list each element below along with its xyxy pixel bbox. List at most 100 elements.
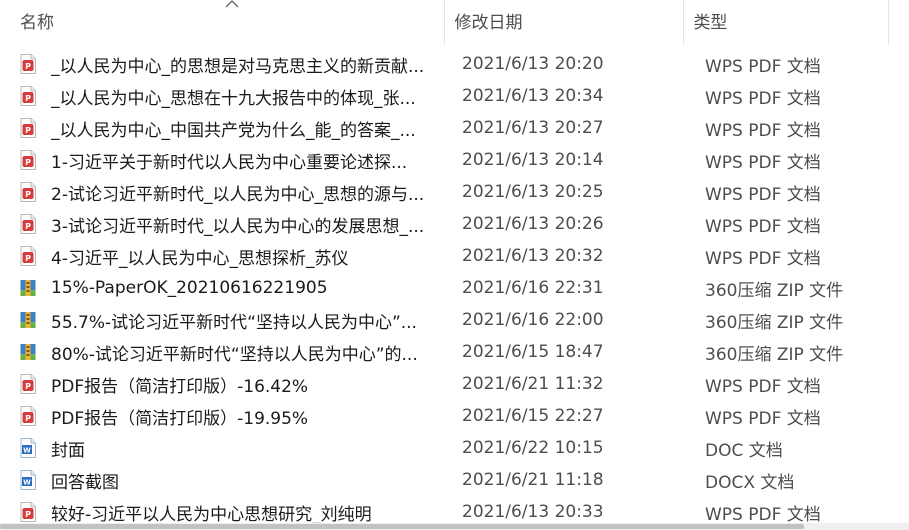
file-name-cell[interactable]: P 4-习近平_以人民为中心_思想探析_苏仪 [0, 244, 453, 269]
file-row[interactable]: P _以人民为中心_中国共产党为什么_能_的答案_... 2021/6/13 20:… [0, 112, 909, 144]
file-modified-date: 2021/6/21 11:32 [462, 374, 604, 394]
file-name: _以人民为中心_思想在十九大报告中的体现_张... [51, 88, 416, 109]
svg-text:W: W [23, 479, 31, 487]
file-row[interactable]: 55.7%-试论习近平新时代“坚持以人民为中心”... 2021/6/16 22:… [0, 304, 909, 336]
file-name-cell[interactable]: P _以人民为中心_的思想是对马克思主义的新贡献... [0, 52, 453, 77]
file-name: PDF报告（简洁打印版）-16.42% [51, 376, 309, 397]
file-row[interactable]: P _以人民为中心_的思想是对马克思主义的新贡献... 2021/6/13 20:2… [0, 48, 909, 80]
file-type: WPS PDF 文档 [705, 376, 821, 397]
file-row[interactable]: P _以人民为中心_思想在十九大报告中的体现_张... 2021/6/13 20:3… [0, 80, 909, 112]
file-row[interactable]: P 4-习近平_以人民为中心_思想探析_苏仪 2021/6/13 20:32 WPS … [0, 240, 909, 272]
file-row[interactable]: W 封面 2021/6/22 10:15 DOC 文档 [0, 432, 909, 464]
column-header-date-label: 修改日期 [454, 13, 523, 33]
file-name: PDF报告（简洁打印版）-19.95% [51, 408, 309, 429]
file-type: DOCX 文档 [705, 472, 795, 493]
pdf-file-icon: P [20, 246, 36, 266]
file-name: 3-试论习近平新时代_以人民为中心的发展思想_... [51, 216, 425, 237]
pdf-file-icon: P [20, 86, 36, 106]
file-type: WPS PDF 文档 [705, 408, 821, 429]
file-modified-date: 2021/6/21 11:18 [462, 470, 604, 490]
column-header-date[interactable]: 修改日期 [445, 0, 685, 44]
column-header-overflow[interactable] [889, 0, 909, 44]
file-row[interactable]: P 1-习近平关于新时代以人民为中心重要论述探... 2021/6/13 20:14… [0, 144, 909, 176]
svg-text:P: P [25, 94, 31, 103]
file-name-cell[interactable]: P _以人民为中心_中国共产党为什么_能_的答案_... [0, 116, 453, 141]
pdf-file-icon: P [20, 502, 36, 522]
file-row[interactable]: W 回答截图 2021/6/21 11:18 DOCX 文档 [0, 464, 909, 496]
file-name-cell[interactable]: P 较好-习近平以人民为中心思想研究_刘纯明 [0, 500, 453, 525]
pdf-file-icon: P [20, 214, 36, 234]
sort-up-icon [225, 0, 239, 8]
file-list: P _以人民为中心_的思想是对马克思主义的新贡献... 2021/6/13 20:2… [0, 48, 909, 528]
file-row[interactable]: 80%-试论习近平新时代“坚持以人民为中心”的... 2021/6/15 18:4… [0, 336, 909, 368]
file-row[interactable]: 15%-PaperOK_20210616221905 2021/6/16 22:3… [0, 272, 909, 304]
file-name-cell[interactable]: P 2-试论习近平新时代_以人民为中心_思想的源与... [0, 180, 453, 205]
pdf-file-icon: P [20, 118, 36, 138]
zip-archive-icon [20, 310, 36, 330]
file-name-cell[interactable]: 80%-试论习近平新时代“坚持以人民为中心”的... [0, 340, 453, 365]
file-row[interactable]: P 2-试论习近平新时代_以人民为中心_思想的源与... 2021/6/13 20:… [0, 176, 909, 208]
file-type: DOC 文档 [705, 440, 783, 461]
pdf-file-icon: P [20, 406, 36, 426]
file-type: 360压缩 ZIP 文件 [705, 312, 844, 333]
file-name: _以人民为中心_的思想是对马克思主义的新贡献... [51, 56, 425, 77]
file-name: 回答截图 [51, 472, 119, 493]
svg-text:P: P [25, 382, 31, 391]
file-modified-date: 2021/6/16 22:31 [462, 278, 604, 298]
file-name: 较好-习近平以人民为中心思想研究_刘纯明 [51, 504, 372, 525]
svg-text:P: P [25, 158, 31, 167]
file-type: 360压缩 ZIP 文件 [705, 344, 844, 365]
zip-archive-icon [20, 278, 36, 298]
file-type: WPS PDF 文档 [705, 248, 821, 269]
svg-text:P: P [25, 254, 31, 263]
file-modified-date: 2021/6/22 10:15 [462, 438, 604, 458]
svg-text:P: P [25, 510, 31, 519]
word-doc-icon: W [20, 438, 36, 458]
file-modified-date: 2021/6/15 18:47 [462, 342, 604, 362]
file-name-cell[interactable]: P _以人民为中心_思想在十九大报告中的体现_张... [0, 84, 453, 109]
horizontal-scrollbar[interactable] [0, 523, 909, 530]
file-name: _以人民为中心_中国共产党为什么_能_的答案_... [51, 120, 416, 141]
file-modified-date: 2021/6/15 22:27 [462, 406, 604, 426]
column-header-type-label: 类型 [693, 13, 728, 33]
file-row[interactable]: P PDF报告（简洁打印版）-16.42% 2021/6/21 11:32 WPS P… [0, 368, 909, 400]
file-name-cell[interactable]: W 回答截图 [0, 468, 453, 493]
column-header-bar: 名称 修改日期 类型 [0, 0, 909, 44]
file-name-cell[interactable]: P PDF报告（简洁打印版）-19.95% [0, 404, 453, 429]
file-name-cell[interactable]: P 3-试论习近平新时代_以人民为中心的发展思想_... [0, 212, 453, 237]
file-name-cell[interactable]: 55.7%-试论习近平新时代“坚持以人民为中心”... [0, 308, 453, 333]
file-name: 55.7%-试论习近平新时代“坚持以人民为中心”... [51, 312, 417, 333]
file-name: 2-试论习近平新时代_以人民为中心_思想的源与... [51, 184, 425, 205]
file-row[interactable]: P PDF报告（简洁打印版）-19.95% 2021/6/15 22:27 WPS P… [0, 400, 909, 432]
file-name-cell[interactable]: P 1-习近平关于新时代以人民为中心重要论述探... [0, 148, 453, 173]
file-row[interactable]: P 3-试论习近平新时代_以人民为中心的发展思想_... 2021/6/13 20:… [0, 208, 909, 240]
file-type: WPS PDF 文档 [705, 56, 821, 77]
svg-text:W: W [23, 447, 31, 455]
column-header-name[interactable]: 名称 [0, 0, 446, 44]
zip-archive-icon [20, 342, 36, 362]
file-type: WPS PDF 文档 [705, 88, 821, 109]
file-type: WPS PDF 文档 [705, 216, 821, 237]
file-name-cell[interactable]: 15%-PaperOK_20210616221905 [0, 278, 453, 298]
scrollbar-thumb[interactable] [0, 524, 804, 529]
svg-text:P: P [25, 190, 31, 199]
file-modified-date: 2021/6/13 20:26 [462, 214, 604, 234]
pdf-file-icon: P [20, 150, 36, 170]
file-modified-date: 2021/6/13 20:27 [462, 118, 604, 138]
file-type: WPS PDF 文档 [705, 120, 821, 141]
file-modified-date: 2021/6/16 22:00 [462, 310, 604, 330]
file-modified-date: 2021/6/13 20:32 [462, 246, 604, 266]
file-name-cell[interactable]: W 封面 [0, 436, 453, 461]
file-modified-date: 2021/6/13 20:25 [462, 182, 604, 202]
file-type: WPS PDF 文档 [705, 184, 821, 205]
file-explorer: 名称 修改日期 类型 P _以人民为中心_的思想是对马克思主义的新贡献... 202… [0, 0, 909, 530]
file-name: 1-习近平关于新时代以人民为中心重要论述探... [51, 152, 408, 173]
file-name-cell[interactable]: P PDF报告（简洁打印版）-16.42% [0, 372, 453, 397]
file-name: 4-习近平_以人民为中心_思想探析_苏仪 [51, 248, 349, 269]
file-type: 360压缩 ZIP 文件 [705, 280, 844, 301]
file-modified-date: 2021/6/13 20:14 [462, 150, 604, 170]
column-header-type[interactable]: 类型 [684, 0, 889, 44]
file-modified-date: 2021/6/13 20:20 [462, 54, 604, 74]
file-name: 封面 [51, 440, 85, 461]
word-docx-icon: W [20, 470, 36, 490]
